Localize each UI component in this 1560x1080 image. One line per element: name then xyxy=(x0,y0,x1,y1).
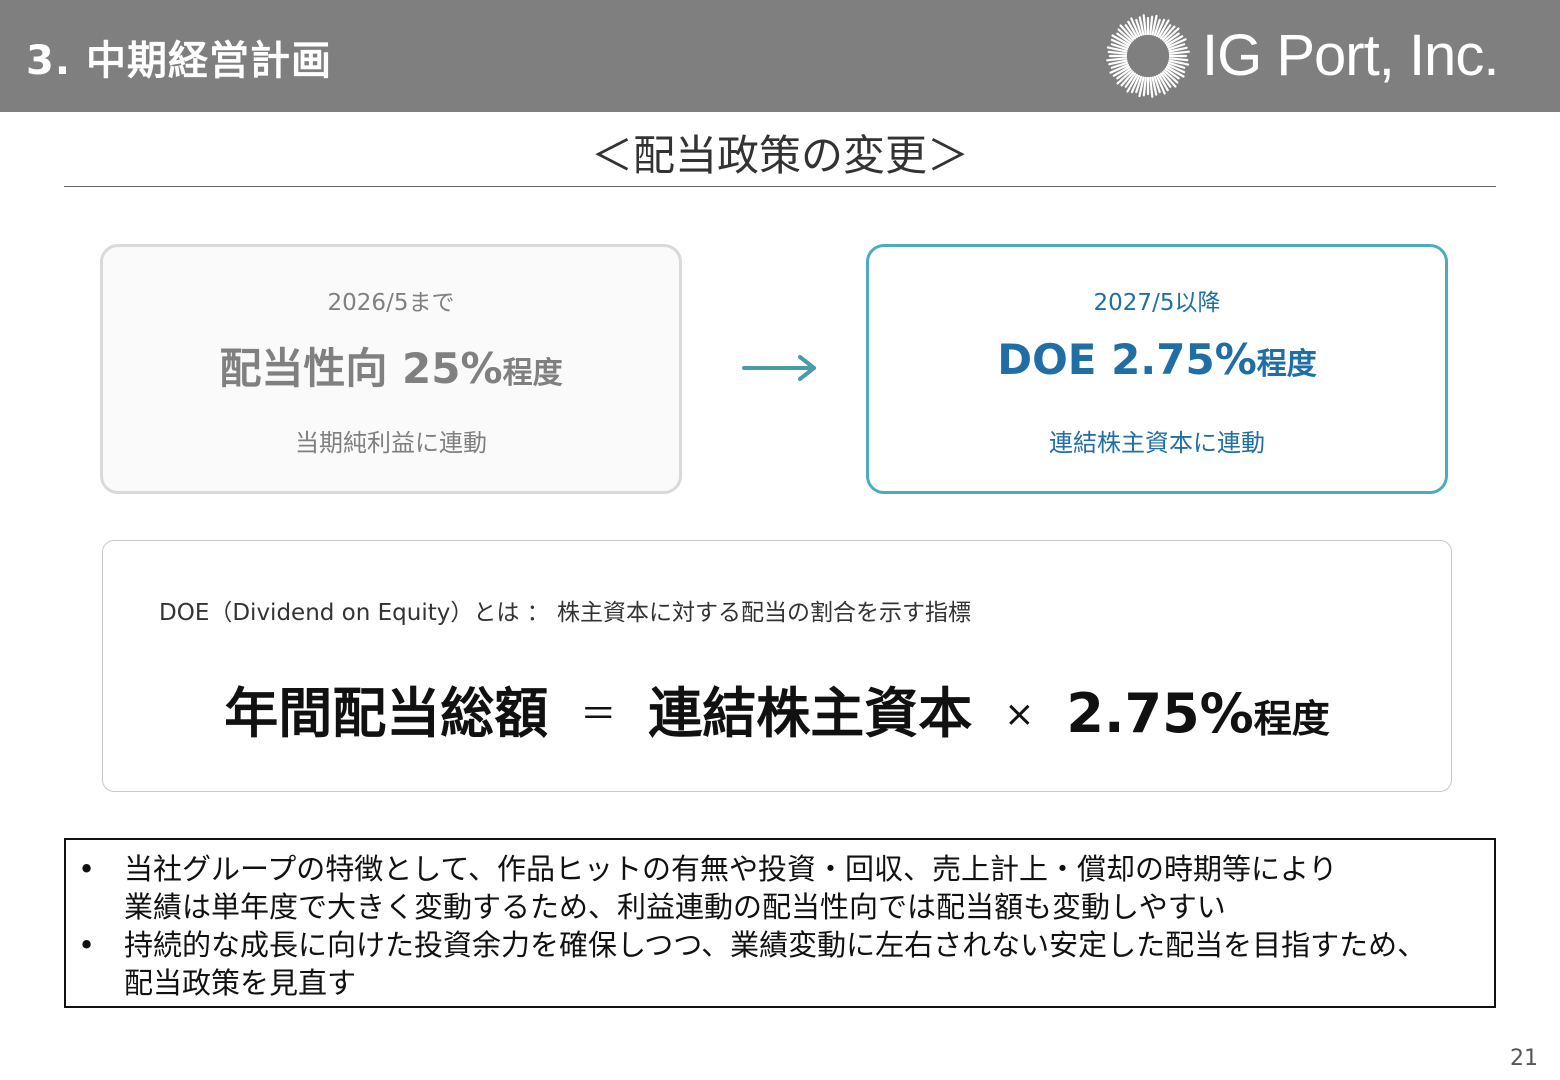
before-period: 2026/5まで xyxy=(327,290,455,316)
before-metric-suffix: 程度 xyxy=(502,356,563,391)
dividend-formula: 年間配当総額 ＝ 連結株主資本 × 2.75%程度 xyxy=(103,669,1451,748)
formula-equals: ＝ xyxy=(580,694,617,735)
after-note: 連結株主資本に連動 xyxy=(1049,429,1265,457)
notes-box: • 当社グループの特徴として、作品ヒットの有無や投資・回収、売上計上・償却の時期… xyxy=(64,838,1496,1008)
after-metric-suffix: 程度 xyxy=(1256,347,1317,382)
note-item: • 当社グループの特徴として、作品ヒットの有無や投資・回収、売上計上・償却の時期… xyxy=(66,850,1494,926)
bullet: • xyxy=(78,852,96,886)
company-logo: IG Port, Inc. xyxy=(1106,14,1546,98)
note-line: 業績は単年度で大きく変動するため、利益連動の配当性向では配当額も変動しやすい xyxy=(124,890,1226,924)
after-metric-value: DOE 2.75% xyxy=(997,335,1257,384)
doe-definition: DOE（Dividend on Equity）とは ： 株主資本に対する配当の割… xyxy=(159,600,971,626)
note-line: 当社グループの特徴として、作品ヒットの有無や投資・回収、売上計上・償却の時期等に… xyxy=(124,852,1338,886)
page-number: 21 xyxy=(1510,1046,1538,1071)
header-bar: 3. 中期経営計画 IG Port, Inc. xyxy=(0,0,1560,112)
sunburst-ring-icon xyxy=(1106,14,1190,98)
note-item: • 持続的な成長に向けた投資余力を確保しつつ、業績変動に左右されない安定した配当… xyxy=(66,926,1494,1002)
note-line: 持続的な成長に向けた投資余力を確保しつつ、業績変動に左右されない安定した配当を目… xyxy=(124,928,1427,962)
formula-box: DOE（Dividend on Equity）とは ： 株主資本に対する配当の割… xyxy=(102,540,1452,792)
page-subtitle: ＜配当政策の変更＞ xyxy=(590,131,969,180)
before-metric-value: 配当性向 25% xyxy=(219,344,503,393)
divider xyxy=(64,186,1496,187)
formula-right: 2.75% xyxy=(1066,682,1254,745)
formula-suffix: 程度 xyxy=(1253,697,1330,741)
section-title: 3. 中期経営計画 xyxy=(26,38,332,84)
after-policy-card: 2027/5以降 DOE 2.75%程度 連結株主資本に連動 xyxy=(866,244,1448,494)
before-note: 当期純利益に連動 xyxy=(295,429,487,457)
right-arrow-icon xyxy=(742,355,816,381)
before-metric: 配当性向 25%程度 xyxy=(103,335,679,396)
after-period: 2027/5以降 xyxy=(1093,290,1221,316)
formula-left: 年間配当総額 xyxy=(224,682,549,745)
logo-text: IG Port, Inc. xyxy=(1202,23,1499,88)
formula-times: × xyxy=(1004,694,1035,735)
bullet: • xyxy=(78,928,96,962)
after-metric: DOE 2.75%程度 xyxy=(869,335,1445,384)
note-line: 配当政策を見直す xyxy=(124,966,357,1000)
formula-middle: 連結株主資本 xyxy=(648,682,973,745)
before-policy-card: 2026/5まで 配当性向 25%程度 当期純利益に連動 xyxy=(100,244,682,494)
